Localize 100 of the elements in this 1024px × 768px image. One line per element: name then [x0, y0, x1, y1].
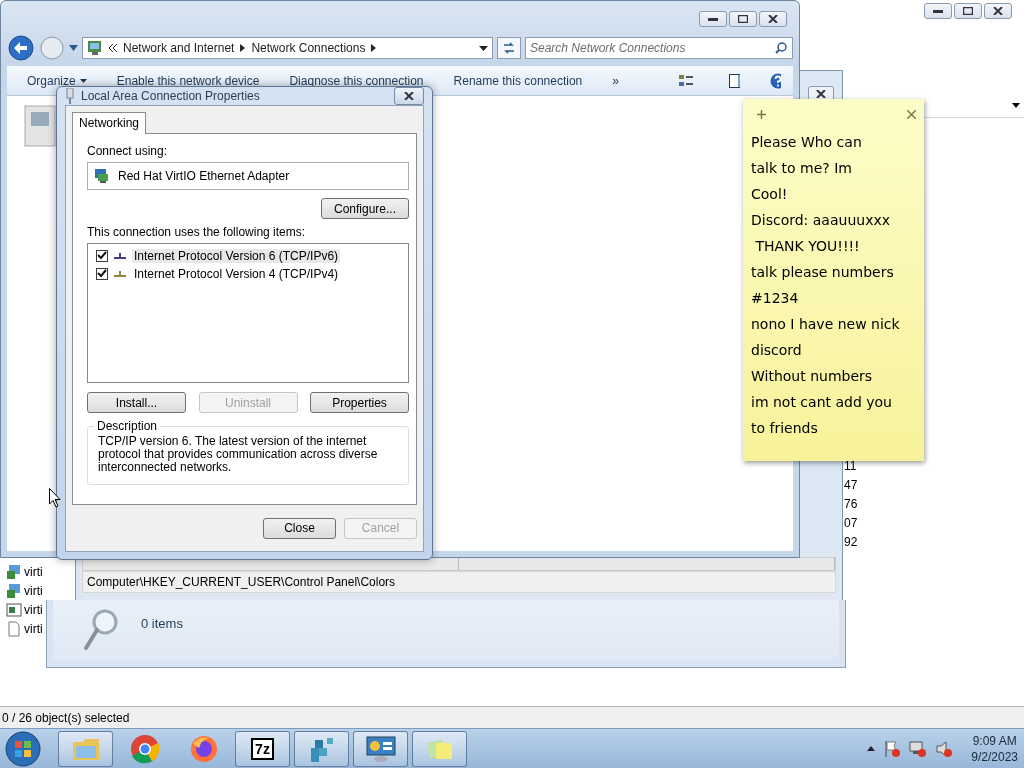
browser-icon [129, 733, 160, 764]
note-line[interactable]: im not cant add you [751, 389, 924, 415]
protocol-item[interactable]: Internet Protocol Version 6 (TCP/IPv6) [132, 248, 341, 263]
table-cell: 92 [844, 534, 858, 550]
clock-date: 9/2/2023 [971, 748, 1018, 765]
minimize-icon [708, 17, 718, 21]
note-line[interactable]: #1234 [751, 285, 924, 311]
dropdown-arrow-icon[interactable] [479, 45, 488, 51]
close-icon[interactable] [907, 109, 916, 119]
description-label: Description [96, 419, 159, 433]
minimize-button[interactable] [924, 3, 952, 19]
maximize-icon [738, 15, 748, 23]
package-icon [6, 582, 22, 599]
archive-logo: 7z [251, 737, 274, 760]
maximize-button[interactable] [729, 11, 757, 27]
table-cell: 47 [844, 477, 858, 493]
note-line[interactable]: nono I have new nick [751, 311, 924, 337]
command-button[interactable]: Rename this connection [453, 73, 583, 88]
start-button[interactable] [4, 729, 42, 768]
note-line[interactable]: discord [751, 337, 924, 363]
speaker-icon[interactable] [935, 739, 954, 758]
items-label: This connection uses the following items: [87, 225, 307, 239]
checkbox[interactable] [96, 249, 108, 262]
file-name[interactable]: virti [24, 564, 43, 579]
table-cell: 07 [844, 515, 858, 531]
checkbox[interactable] [96, 267, 108, 280]
package-icon [6, 563, 22, 580]
refresh-button[interactable] [497, 37, 521, 59]
search-field[interactable]: Search Network Connections [525, 37, 793, 59]
taskbar-button[interactable] [58, 730, 113, 767]
help-icon[interactable] [770, 72, 781, 89]
maximize-button[interactable] [954, 3, 982, 19]
breadcrumb-arrow-icon [240, 44, 246, 52]
double-chevron-icon [109, 44, 117, 52]
note-line[interactable]: Discord: aaauuuxxx [751, 207, 924, 233]
close-button[interactable] [759, 11, 787, 27]
note-line[interactable]: Please Who can [751, 129, 924, 155]
command-button[interactable]: Enable this network device [116, 73, 260, 88]
dialog-title: Local Area Connection Properties [81, 89, 261, 103]
window-icon [6, 601, 22, 618]
network-icon[interactable] [909, 739, 928, 758]
dropdown-arrow-icon[interactable] [1012, 103, 1020, 108]
close-button[interactable] [984, 3, 1012, 19]
plus-icon[interactable] [757, 109, 766, 119]
magnifier-icon [83, 608, 119, 652]
selection-status: 0 / 26 object(s) selected [2, 710, 130, 725]
description-text: TCP/IP version 6. The latest version of the internet protocol that provides communication across diverse interconnected networks. [98, 435, 379, 474]
close-icon [404, 92, 414, 100]
network-folder-icon [87, 40, 103, 56]
search-icon[interactable] [775, 42, 787, 54]
note-line[interactable]: THANK YOU!!!! [751, 233, 924, 259]
network-adapter-icon[interactable] [23, 102, 57, 150]
minimize-button[interactable] [699, 11, 727, 27]
preview-pane-icon[interactable] [729, 73, 741, 88]
note-line[interactable]: to friends [751, 415, 924, 441]
table-cell: 76 [844, 496, 858, 512]
breadcrumb-item[interactable]: Network and Internet [123, 41, 235, 55]
action-button[interactable]: Install... [87, 392, 186, 413]
tab[interactable]: Networking [72, 112, 147, 134]
command-button[interactable]: Organize [27, 73, 87, 88]
close-button[interactable] [394, 87, 424, 105]
note-line[interactable]: talk please numbers [751, 259, 924, 285]
command-button[interactable]: Diagnose this connection [289, 73, 424, 88]
file-name[interactable]: virti [24, 621, 43, 636]
note-line[interactable]: Cool! [751, 181, 924, 207]
adapter-name: Red Hat VirtIO Ethernet Adapter [118, 169, 290, 183]
browser-icon [188, 733, 219, 764]
note-line[interactable]: talk to me? Im [751, 155, 924, 181]
connect-using-label: Connect using: [87, 144, 169, 158]
breadcrumb-arrow-icon [371, 44, 377, 52]
taskbar-button[interactable] [353, 730, 408, 767]
taskbar-button[interactable]: 7z [235, 730, 290, 767]
table-cell: 11 [844, 458, 858, 474]
file-name[interactable]: virti [24, 583, 43, 598]
item-count: 0 items [141, 616, 183, 631]
protocol-item[interactable]: Internet Protocol Version 4 (TCP/IPv4) [132, 266, 341, 281]
maximize-icon [963, 7, 973, 15]
back-icon[interactable] [7, 34, 35, 62]
file-name[interactable]: virti [24, 602, 43, 617]
registry-path: Computer\HKEY_CURRENT_USER\Control Panel\Colors [87, 575, 396, 589]
history-caret-icon[interactable] [69, 45, 78, 51]
control-panel-icon [364, 734, 397, 763]
clock[interactable]: 9:09 AM 9/2/2023 [971, 732, 1018, 765]
close-icon [768, 15, 778, 23]
breadcrumb-item[interactable]: Network Connections [251, 41, 366, 55]
address-bar[interactable]: Network and Internet Network Connections [82, 37, 493, 59]
network-adapter-icon [94, 168, 110, 184]
note-line[interactable]: Without numbers [751, 363, 924, 389]
more-commands-button[interactable]: » [612, 73, 619, 88]
taskbar-button[interactable] [412, 730, 467, 767]
taskbar-button[interactable] [294, 730, 349, 767]
configure-button[interactable]: Configure... [321, 198, 409, 219]
network-cable-icon [65, 88, 75, 104]
close-icon [816, 89, 826, 98]
close-icon [993, 7, 1003, 15]
dialog-button[interactable]: Close [263, 517, 336, 539]
show-hidden-icons-icon[interactable] [867, 746, 876, 751]
action-button[interactable]: Properties [310, 392, 409, 413]
mouse-cursor-icon [49, 488, 61, 508]
flag-icon[interactable] [883, 739, 902, 758]
